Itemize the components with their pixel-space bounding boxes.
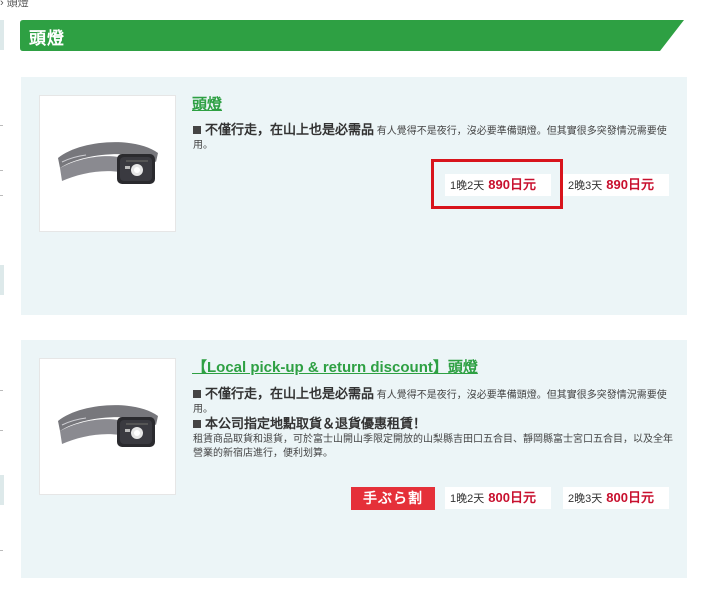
price-label: 2晚3天 [568,493,603,505]
sidebar-tick [0,195,3,196]
price-option-1night[interactable]: 1晚2天 800日元 [445,487,551,509]
sidebar-tick [0,430,3,431]
product-image[interactable] [39,358,176,495]
sidebar-segment [0,20,4,50]
product-card: 【Local pick-up & return discount】頭燈 不僅行走… [21,340,687,578]
product-title-link[interactable]: 頭燈 [192,93,222,114]
product-tagline: 不僅行走，在山上也是必需品 [205,386,375,401]
price-amount: 800日元 [488,490,536,505]
tebura-discount-badge: 手ぶら割 [351,487,435,510]
bullet-square-icon [193,390,201,398]
product-tagline: 不僅行走，在山上也是必需品 [205,122,375,137]
section-header-banner [20,20,684,51]
price-option-2nights[interactable]: 2晚3天 890日元 [563,174,669,196]
product-description: 不僅行走，在山上也是必需品 有人覺得不是夜行，沒必要準備頭燈。但其實很多突發情況… [193,123,673,153]
price-amount: 800日元 [606,490,654,505]
pickup-notice-body: 租賃商品取貨和退貨，可於富士山開山季限定開放的山梨縣吉田口五合目、靜岡縣富士宮口… [193,434,673,459]
section-header: 頭燈 [20,20,684,51]
product-description: 不僅行走，在山上也是必需品 有人覺得不是夜行，沒必要準備頭燈。但其實很多突發情況… [193,387,673,461]
sidebar-tick [0,390,3,391]
highlight-box [431,159,563,209]
price-amount: 890日元 [606,177,654,192]
pickup-notice: 本公司指定地點取貨＆退貨優惠租賃！ [193,417,673,433]
price-option-2nights[interactable]: 2晚3天 800日元 [563,487,669,509]
product-card: 頭燈 不僅行走，在山上也是必需品 有人覺得不是夜行，沒必要準備頭燈。但其實很多突… [21,77,687,315]
headlamp-image [58,405,158,447]
bullet-square-icon [193,126,201,134]
breadcrumb-current: 頭燈 [6,0,29,9]
price-label: 2晚3天 [568,180,603,192]
bullet-square-icon [193,420,201,428]
headlamp-image [58,142,158,184]
section-title: 頭燈 [29,29,65,48]
sidebar-tick [0,550,3,551]
price-label: 1晚2天 [450,493,485,505]
sidebar-segment [0,475,4,505]
left-sidebar-edge [0,0,6,596]
product-image[interactable] [39,95,176,232]
sidebar-tick [0,125,3,126]
sidebar-segment [0,265,4,295]
sidebar-tick [0,170,3,171]
pickup-notice-heading: 本公司指定地點取貨＆退貨優惠租賃！ [205,416,427,431]
product-title-link[interactable]: 【Local pick-up & return discount】頭燈 [192,356,478,377]
